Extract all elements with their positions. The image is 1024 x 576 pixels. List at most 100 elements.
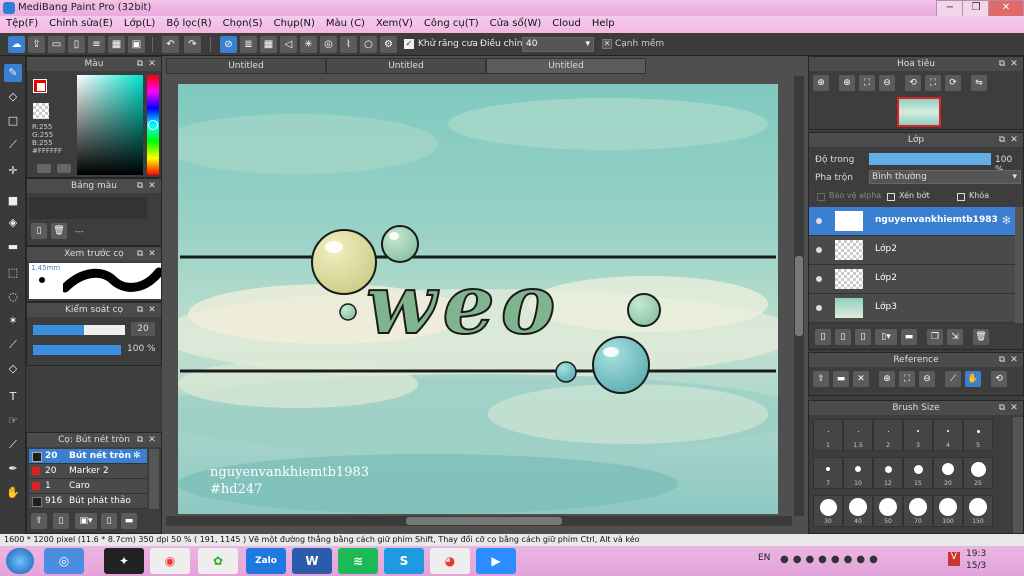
delete-brush-icon[interactable]: ▯: [101, 513, 117, 529]
redo-icon[interactable]: ↷: [184, 36, 201, 53]
maximize-button[interactable]: ❐: [962, 0, 990, 17]
layer-row[interactable]: Lớp2: [809, 236, 1015, 265]
circle-snap-icon[interactable]: ○: [360, 36, 377, 53]
hand-icon[interactable]: ✋: [965, 371, 981, 387]
brush-menu-icon[interactable]: ▣▾: [75, 513, 97, 529]
tab-document-2[interactable]: Untitled: [326, 58, 486, 74]
menu-tools[interactable]: Công cụ(T): [418, 16, 484, 29]
folder-icon[interactable]: ▬: [901, 329, 917, 345]
layer-opacity-slider[interactable]: [869, 153, 991, 165]
blend-dropdown[interactable]: Bình thường ▾: [869, 170, 1021, 184]
new-palette-icon[interactable]: ▯: [31, 223, 47, 239]
smooth-edge-checkbox[interactable]: ✕: [602, 39, 612, 49]
new-halftone-layer-icon[interactable]: ▯: [835, 329, 851, 345]
close-icon[interactable]: ✕: [147, 433, 157, 447]
protect-alpha-checkbox[interactable]: [817, 193, 825, 201]
tray-icon[interactable]: V: [948, 552, 960, 566]
foreground-color-swatch[interactable]: [33, 79, 47, 93]
rotate-icon[interactable]: ⟳: [945, 75, 961, 91]
background-color-swatch[interactable]: [33, 103, 49, 119]
brush-size-cell[interactable]: 7: [813, 457, 843, 489]
menu-window[interactable]: Cửa sổ(W): [484, 16, 547, 29]
palette-swatches[interactable]: [29, 197, 147, 219]
brush-size-cell[interactable]: 2: [873, 419, 903, 451]
brush-size-cell[interactable]: 1.5: [843, 419, 873, 451]
lock-checkbox[interactable]: [957, 193, 965, 201]
brush-size-cell[interactable]: 70: [903, 495, 933, 527]
grid-snap-icon[interactable]: ▦: [260, 36, 277, 53]
text-tool-icon[interactable]: T: [4, 388, 22, 406]
radial-snap-icon[interactable]: ✳: [300, 36, 317, 53]
new-layer-icon[interactable]: ▯: [815, 329, 831, 345]
trash-icon[interactable]: 🗑: [973, 329, 989, 345]
zoom-out-icon[interactable]: ⊖: [919, 371, 935, 387]
horizontal-scrollbar[interactable]: [166, 516, 792, 526]
shape-tool-icon[interactable]: □: [4, 112, 22, 130]
menu-help[interactable]: Help: [586, 16, 620, 29]
layer-row[interactable]: Lớp2: [809, 265, 1015, 294]
pen-tool-icon[interactable]: ⟋: [4, 136, 22, 154]
brush-size-cell[interactable]: 40: [843, 495, 873, 527]
brush-size-cell[interactable]: 15: [903, 457, 933, 489]
language-indicator[interactable]: EN: [758, 553, 770, 563]
new-file-icon[interactable]: ▯: [68, 36, 85, 53]
color-mode-button[interactable]: [37, 164, 51, 173]
new-8bit-layer-icon[interactable]: ▯: [855, 329, 871, 345]
rotate-icon[interactable]: ⟲: [991, 371, 1007, 387]
move-tool-icon[interactable]: ✛: [4, 162, 22, 180]
color-swap-button[interactable]: [57, 164, 71, 173]
cloud-icon[interactable]: ☁: [8, 36, 25, 53]
duplicate-layer-icon[interactable]: ❐: [927, 329, 943, 345]
undock-icon[interactable]: ⧉: [997, 133, 1007, 147]
brush-size-cell[interactable]: 50: [873, 495, 903, 527]
color-picker-area[interactable]: [77, 75, 143, 175]
close-icon[interactable]: ✕: [1009, 133, 1019, 147]
zoom-out-icon[interactable]: ⊖: [879, 75, 895, 91]
layer-row[interactable]: nguyenvankhiemtb1983 ✻: [809, 207, 1015, 236]
menu-filter[interactable]: Bộ lọc(R): [160, 16, 216, 29]
add-brush-icon[interactable]: ⇧: [31, 513, 47, 529]
comment-icon[interactable]: ▭: [48, 36, 65, 53]
close-icon[interactable]: ✕: [147, 303, 157, 317]
menu-cloud[interactable]: Cloud: [546, 16, 586, 29]
close-icon[interactable]: ✕: [147, 57, 157, 71]
undock-icon[interactable]: ⧉: [997, 353, 1007, 367]
hand-tool-icon[interactable]: ✋: [4, 484, 22, 502]
brush-list-scrollbar[interactable]: [149, 449, 159, 509]
fill-tool-icon[interactable]: ◈: [4, 214, 22, 232]
concentric-snap-icon[interactable]: ◎: [320, 36, 337, 53]
system-tray[interactable]: ●●●●●●●●: [780, 554, 930, 568]
layer-menu-icon[interactable]: ▯▾: [875, 329, 897, 345]
menu-view[interactable]: Xem(V): [370, 16, 418, 29]
brush-size-cell[interactable]: 150: [963, 495, 993, 527]
adjust-dropdown[interactable]: 40 ▾: [522, 37, 594, 52]
antialias-checkbox[interactable]: ✓: [404, 39, 414, 49]
rectangle-tool-icon[interactable]: ■: [4, 192, 22, 210]
brush-size-cell[interactable]: 5: [963, 419, 993, 451]
undock-icon[interactable]: ⧉: [135, 433, 145, 447]
parallel-snap-icon[interactable]: ≣: [240, 36, 257, 53]
eyedropper-icon[interactable]: ⟋: [945, 371, 961, 387]
undo-icon[interactable]: ↶: [162, 36, 179, 53]
zoom-in-icon[interactable]: ⊕: [813, 75, 829, 91]
vertical-scrollbar[interactable]: [794, 76, 804, 516]
layer-scrollbar[interactable]: [1015, 207, 1023, 323]
menu-layer[interactable]: Lớp(L): [118, 16, 160, 29]
lasso-tool-icon[interactable]: ◌: [4, 288, 22, 306]
undock-icon[interactable]: ⧉: [135, 179, 145, 193]
media-app-icon[interactable]: ◎: [44, 548, 84, 574]
brush-size-cell[interactable]: 3: [903, 419, 933, 451]
eraser-tool-icon[interactable]: ◇: [4, 88, 22, 106]
brush-size-cell[interactable]: 30: [813, 495, 843, 527]
brush-item[interactable]: 916 Bút phát thảo: [29, 494, 147, 509]
close-icon[interactable]: ✕: [1009, 57, 1019, 71]
curve-snap-icon[interactable]: ⌇: [340, 36, 357, 53]
brush-size-cell[interactable]: 4: [933, 419, 963, 451]
zoom-in-icon[interactable]: ⊕: [879, 371, 895, 387]
undock-icon[interactable]: ⧉: [135, 303, 145, 317]
close-icon[interactable]: ✕: [147, 179, 157, 193]
menu-capture[interactable]: Chụp(N): [268, 16, 320, 29]
zoom-icon[interactable]: ▶: [476, 548, 516, 574]
artwork-canvas[interactable]: weo nguyenvankhiemtb1983 #hd247: [178, 84, 778, 514]
magic-wand-icon[interactable]: ✶: [4, 312, 22, 330]
